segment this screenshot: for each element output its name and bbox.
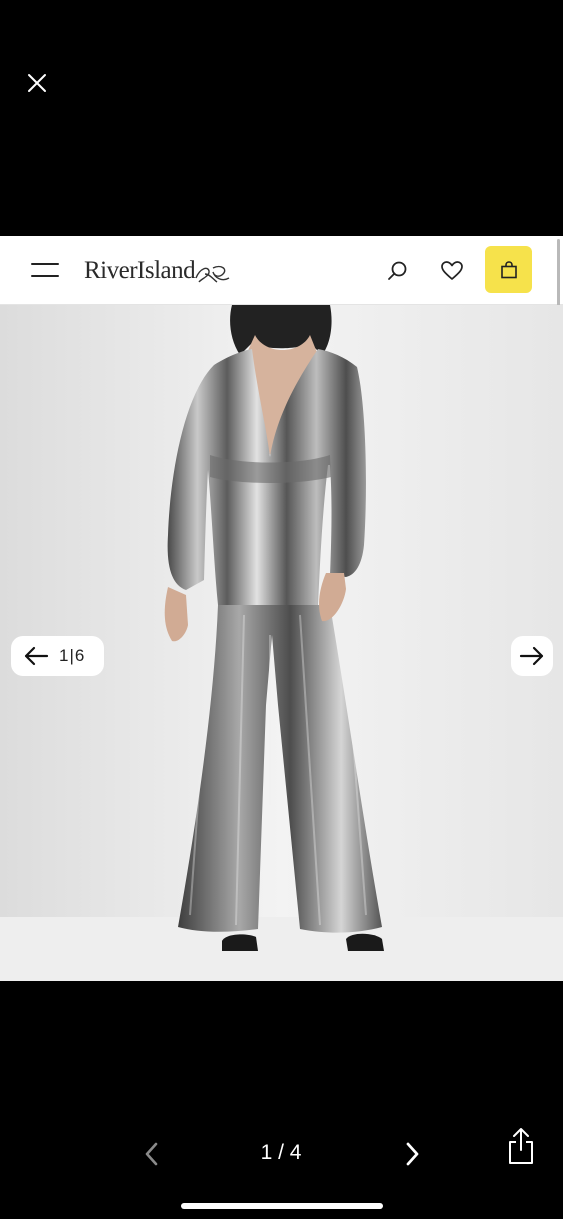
chevron-left-icon[interactable]	[140, 1140, 164, 1168]
brand-monogram-icon	[195, 265, 230, 283]
arrow-right-icon	[519, 646, 544, 666]
home-indicator[interactable]	[181, 1203, 383, 1209]
share-icon[interactable]	[505, 1126, 537, 1166]
shopping-bag-icon	[500, 260, 517, 278]
gallery-next-button[interactable]	[511, 636, 553, 676]
chevron-right-icon[interactable]	[400, 1140, 424, 1168]
brand-logo[interactable]: RiverIsland	[84, 253, 231, 289]
heart-icon[interactable]	[440, 259, 464, 283]
brand-name: RiverIsland	[84, 257, 196, 284]
gallery-counter: 1|6	[59, 646, 86, 665]
viewer-toolbar: 1 / 4	[0, 981, 563, 1219]
search-icon[interactable]	[386, 259, 410, 283]
menu-icon[interactable]	[30, 260, 60, 280]
arrow-left-icon	[24, 646, 49, 666]
product-screenshot: RiverIsland 1|6	[0, 236, 563, 981]
gallery-prev-button[interactable]: 1|6	[11, 636, 104, 676]
shopping-bag-button[interactable]	[485, 246, 532, 293]
site-header: RiverIsland	[0, 236, 563, 305]
close-icon[interactable]	[22, 68, 52, 98]
page-indicator: 1 / 4	[260, 1141, 302, 1164]
